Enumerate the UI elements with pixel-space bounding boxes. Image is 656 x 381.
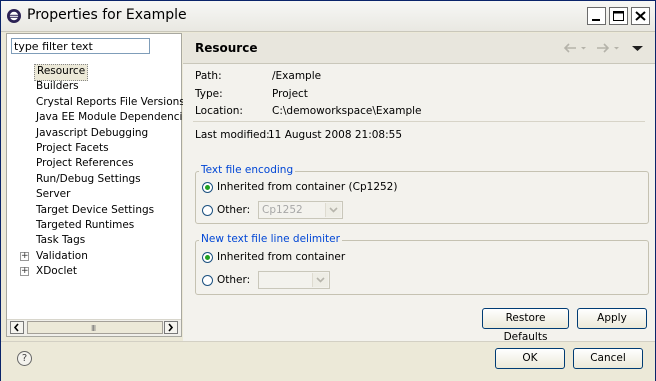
tree-item-label: XDoclet bbox=[36, 265, 77, 277]
ok-button[interactable]: OK bbox=[495, 348, 565, 369]
last-modified-label: Last modified: bbox=[195, 129, 270, 141]
encoding-other-radio[interactable] bbox=[202, 205, 213, 216]
page-title: Resource bbox=[195, 41, 258, 55]
chevron-left-icon bbox=[13, 323, 19, 332]
expand-toggle-validation[interactable]: + bbox=[20, 251, 29, 261]
tree-item-task-tags[interactable]: Task Tags bbox=[34, 233, 87, 248]
help-icon[interactable]: ? bbox=[17, 351, 32, 366]
path-value: /Example bbox=[272, 70, 322, 82]
tree-item-label: Builders bbox=[36, 80, 79, 92]
eclipse-icon bbox=[6, 8, 22, 24]
tree-item-label: Run/Debug Settings bbox=[36, 173, 141, 185]
chevron-down-icon bbox=[312, 273, 328, 287]
title-bar[interactable]: Properties for Example bbox=[1, 1, 655, 32]
tree-item-label: Validation bbox=[36, 250, 88, 262]
restore-defaults-button[interactable]: Restore Defaults bbox=[482, 308, 569, 343]
divider bbox=[193, 121, 645, 122]
chevron-right-icon bbox=[168, 323, 174, 332]
page-header: Resource bbox=[183, 33, 655, 64]
tree-item-label: Target Device Settings bbox=[36, 204, 155, 216]
close-window-button[interactable] bbox=[631, 7, 650, 25]
resource-page: Path: /Example Type: Project Location: C… bbox=[183, 33, 655, 343]
tree-item-crystal-reports[interactable]: Crystal Reports File Versions bbox=[34, 95, 187, 110]
tree-item-label: Project Facets bbox=[36, 142, 109, 154]
tree-item-label: Javascript Debugging bbox=[36, 127, 149, 139]
scroll-grip: III bbox=[91, 324, 96, 333]
minimize-icon bbox=[592, 19, 600, 21]
cancel-button[interactable]: Cancel bbox=[573, 348, 643, 369]
tree-item-label: Crystal Reports File Versions bbox=[36, 96, 185, 108]
delimiter-other-radio[interactable] bbox=[202, 275, 213, 286]
encoding-other-label[interactable]: Other: bbox=[217, 204, 250, 216]
expand-toggle-xdoclet[interactable]: + bbox=[20, 266, 29, 276]
tree-item-label: Task Tags bbox=[36, 234, 86, 246]
type-value: Project bbox=[272, 88, 308, 100]
tree-item-target-device-settings[interactable]: Target Device Settings bbox=[34, 203, 156, 218]
tree-item-label: Resource bbox=[37, 65, 86, 77]
encoding-inherited-radio[interactable] bbox=[202, 182, 213, 193]
maximize-icon bbox=[613, 11, 624, 21]
apply-button[interactable]: Apply bbox=[577, 308, 647, 329]
tree-item-builders[interactable]: Builders bbox=[34, 79, 81, 94]
tree-item-validation[interactable]: Validation bbox=[34, 249, 90, 264]
tree-item-project-facets[interactable]: Project Facets bbox=[34, 141, 111, 156]
tree-item-java-ee-module-dependencies[interactable]: Java EE Module Dependencies bbox=[34, 110, 196, 125]
type-label: Type: bbox=[195, 88, 223, 100]
horizontal-scrollbar[interactable]: III bbox=[7, 319, 181, 336]
window-title: Properties for Example bbox=[27, 7, 187, 23]
tree-item-targeted-runtimes[interactable]: Targeted Runtimes bbox=[34, 218, 136, 233]
location-value: C:\demoworkspace\Example bbox=[272, 105, 422, 117]
back-icon[interactable] bbox=[563, 42, 577, 57]
encoding-inherited-label[interactable]: Inherited from container (Cp1252) bbox=[217, 181, 397, 193]
plus-icon: + bbox=[21, 251, 29, 261]
line-delimiter-title: New text file line delimiter bbox=[199, 233, 342, 245]
scroll-left-button[interactable] bbox=[10, 321, 24, 334]
delimiter-inherited-label[interactable]: Inherited from container bbox=[217, 251, 345, 263]
plus-icon: + bbox=[21, 266, 29, 276]
minimize-button[interactable] bbox=[587, 7, 606, 25]
view-menu-icon[interactable] bbox=[632, 42, 643, 57]
delimiter-other-label[interactable]: Other: bbox=[217, 274, 250, 286]
navigation-tree-panel: Resource Builders Crystal Reports File V… bbox=[6, 33, 194, 337]
dialog-button-bar: ? OK Cancel bbox=[1, 341, 655, 381]
tree-item-label: Server bbox=[36, 188, 71, 200]
scroll-right-button[interactable] bbox=[164, 321, 178, 334]
close-icon bbox=[635, 11, 646, 21]
filter-input[interactable] bbox=[11, 38, 150, 54]
forward-dropdown-icon[interactable] bbox=[613, 42, 620, 57]
maximize-button[interactable] bbox=[609, 7, 628, 25]
encoding-other-value: Cp1252 bbox=[262, 204, 303, 216]
tree-item-label: Targeted Runtimes bbox=[36, 219, 135, 231]
back-dropdown-icon[interactable] bbox=[580, 42, 587, 57]
encoding-other-select[interactable]: Cp1252 bbox=[258, 201, 343, 219]
tree-item-project-references[interactable]: Project References bbox=[34, 156, 136, 171]
delimiter-inherited-radio[interactable] bbox=[202, 252, 213, 263]
forward-icon[interactable] bbox=[596, 42, 610, 57]
text-file-encoding-title: Text file encoding bbox=[199, 164, 296, 176]
chevron-down-icon bbox=[325, 203, 341, 217]
tree-item-xdoclet[interactable]: XDoclet bbox=[34, 264, 79, 279]
location-label: Location: bbox=[195, 105, 243, 117]
properties-dialog: Properties for Example Resource Builders… bbox=[0, 0, 656, 381]
tree-item-run-debug-settings[interactable]: Run/Debug Settings bbox=[34, 172, 143, 187]
path-label: Path: bbox=[195, 70, 222, 82]
tree-item-server[interactable]: Server bbox=[34, 187, 72, 202]
tree-item-label: Project References bbox=[36, 157, 134, 169]
tree-item-javascript-debugging[interactable]: Javascript Debugging bbox=[34, 126, 150, 141]
scrollbar-thumb[interactable]: III bbox=[27, 321, 163, 334]
delimiter-other-select[interactable] bbox=[258, 271, 330, 289]
tree-item-label: Java EE Module Dependencies bbox=[36, 111, 195, 123]
last-modified-value: 11 August 2008 21:08:55 bbox=[268, 129, 402, 141]
